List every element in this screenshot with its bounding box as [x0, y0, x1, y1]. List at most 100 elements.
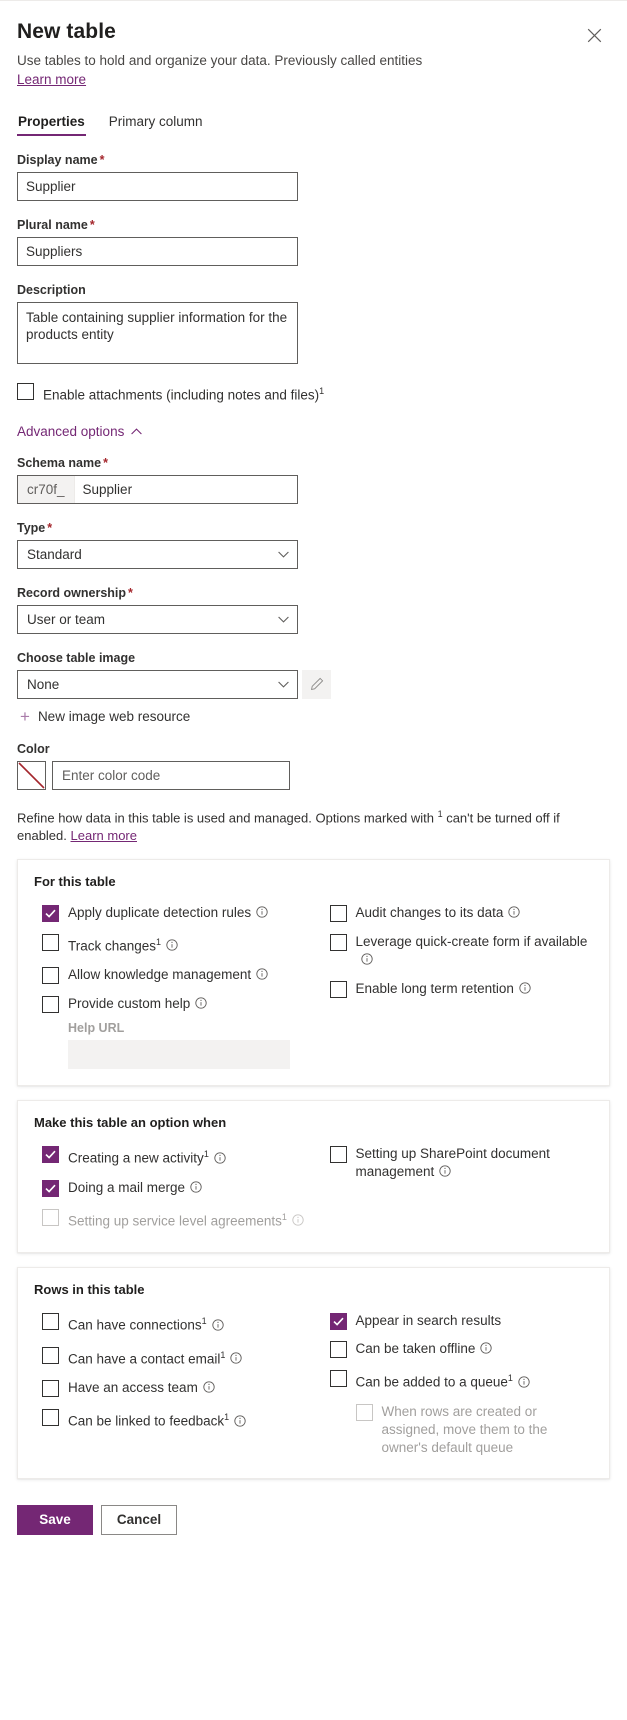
checkbox-doing-a-mail-merge[interactable]: Doing a mail merge: [34, 1174, 308, 1203]
close-icon[interactable]: [578, 19, 610, 51]
checkbox-box: [42, 1179, 59, 1197]
info-icon[interactable]: [211, 1318, 224, 1336]
checkbox-track-changes[interactable]: Track changes1: [34, 928, 308, 962]
checkbox-apply-duplicate-detection-rules[interactable]: Apply duplicate detection rules: [34, 899, 308, 928]
checkbox-allow-knowledge-management[interactable]: Allow knowledge management: [34, 961, 308, 990]
card-title: Make this table an option when: [34, 1115, 227, 1131]
info-icon[interactable]: [190, 1180, 202, 1198]
plural-name-label: Plural name *: [17, 218, 95, 232]
checkbox-box: [42, 1313, 59, 1331]
learn-more-link[interactable]: Learn more: [17, 72, 86, 87]
schema-name-label: Schema name *: [17, 455, 108, 470]
info-icon[interactable]: [480, 1341, 492, 1359]
checkbox-can-be-added-to-a-queue[interactable]: Can be added to a queue1: [322, 1364, 594, 1398]
refine-learn-more-link[interactable]: Learn more: [71, 828, 137, 843]
advanced-options-toggle[interactable]: Advanced options: [17, 424, 610, 439]
checkbox-label: Enable attachments (including notes and …: [43, 386, 325, 403]
checkbox-label: Leverage quick-create form if available: [356, 933, 594, 970]
card-left-column: Creating a new activity1 Doing a mail me…: [34, 1140, 314, 1236]
field-schema-name: Schema name * cr70f_: [17, 456, 610, 504]
card-make-this-table-an-option-when: Make this table an option when Creating …: [17, 1100, 610, 1254]
tab-properties[interactable]: Properties: [17, 111, 86, 136]
table-image-value: None: [27, 676, 60, 692]
info-icon[interactable]: [230, 1351, 243, 1369]
description-textarea[interactable]: Table containing supplier information fo…: [17, 302, 298, 364]
info-icon[interactable]: [166, 938, 178, 956]
info-icon[interactable]: [360, 952, 373, 970]
checkbox-enable-long-term-retention[interactable]: Enable long term retention: [322, 975, 594, 1004]
type-dropdown[interactable]: Standard: [17, 539, 298, 569]
checkbox-label: Allow knowledge management: [68, 966, 268, 985]
field-type: Type * Standard: [17, 521, 610, 569]
info-icon[interactable]: [518, 1375, 530, 1393]
color-swatch-none-icon[interactable]: [17, 760, 46, 790]
checkbox-enable-attachments[interactable]: Enable attachments (including notes and …: [17, 377, 610, 410]
info-icon[interactable]: [214, 1151, 226, 1169]
refine-text-before: Refine how data in this table is used an…: [17, 809, 438, 825]
checkbox-leverage-quick-create-form[interactable]: Leverage quick-create form if available: [322, 928, 594, 975]
display-name-input[interactable]: [17, 172, 298, 201]
checkbox-can-be-linked-to-feedback[interactable]: Can be linked to feedback1: [34, 1403, 308, 1437]
cancel-button[interactable]: Cancel: [101, 1504, 177, 1535]
checkbox-box: [329, 1313, 347, 1331]
checkbox-box: [329, 1370, 347, 1388]
checkbox-label: Appear in search results: [355, 1313, 502, 1329]
panel-footer: Save Cancel: [17, 1479, 610, 1557]
checkbox-label: Enable long term retention: [356, 980, 531, 999]
schema-name-input[interactable]: [74, 475, 297, 503]
card-title: Rows in this table: [34, 1282, 145, 1298]
info-icon[interactable]: [519, 981, 531, 999]
info-icon[interactable]: [195, 996, 207, 1014]
checkbox-provide-custom-help[interactable]: Provide custom help: [34, 990, 308, 1019]
info-icon[interactable]: [256, 905, 268, 923]
info-icon[interactable]: [203, 1380, 215, 1398]
checkbox-box: [355, 1403, 373, 1421]
checkbox-have-an-access-team[interactable]: Have an access team: [34, 1374, 308, 1403]
checkbox-can-have-a-contact-email[interactable]: Can have a contact email1: [34, 1341, 308, 1375]
checkbox-label: Apply duplicate detection rules: [68, 904, 268, 923]
page-subtitle: Use tables to hold and organize your dat…: [17, 53, 423, 68]
checkbox-label: Can have connections1: [68, 1312, 224, 1336]
info-icon[interactable]: [508, 905, 521, 923]
required-asterisk: *: [89, 218, 95, 232]
record-ownership-dropdown[interactable]: User or team: [17, 604, 298, 634]
help-url-block: Help URL: [34, 1021, 308, 1070]
checkbox-box: [42, 1208, 59, 1226]
info-icon: [292, 1213, 304, 1231]
new-image-web-resource-button[interactable]: + New image web resource: [17, 708, 610, 725]
card-for-this-table: For this table Apply duplicate detection…: [17, 858, 610, 1087]
checkbox-box: [42, 1380, 59, 1398]
help-url-input[interactable]: [68, 1040, 290, 1070]
plural-name-input[interactable]: [17, 237, 298, 266]
checkbox-box: [42, 904, 59, 922]
tab-primary-column[interactable]: Primary column: [108, 111, 204, 136]
checkbox-can-have-connections[interactable]: Can have connections1: [34, 1307, 308, 1341]
info-icon[interactable]: [439, 1164, 451, 1182]
checkbox-label: Track changes1: [68, 933, 178, 957]
checkbox-setting-up-sharepoint-document-management[interactable]: Setting up SharePoint document managemen…: [322, 1140, 594, 1187]
save-button[interactable]: Save: [17, 1504, 93, 1535]
schema-name-group: cr70f_: [17, 474, 298, 504]
card-columns: Can have connections1 Can have a contact…: [34, 1307, 593, 1462]
chevron-up-icon: [131, 427, 143, 435]
checkbox-box: [329, 933, 347, 951]
checkbox-creating-a-new-activity[interactable]: Creating a new activity1: [34, 1140, 308, 1174]
color-row: [17, 760, 610, 790]
type-value: Standard: [27, 546, 82, 562]
color-code-input[interactable]: [52, 760, 290, 790]
checkbox-audit-changes-to-its-data[interactable]: Audit changes to its data: [322, 899, 594, 928]
checkbox-can-be-taken-offline[interactable]: Can be taken offline: [322, 1335, 594, 1364]
checkbox-label: Can have a contact email1: [68, 1346, 243, 1370]
new-table-panel: New table Use tables to hold and organiz…: [0, 1, 627, 1557]
pencil-edit-icon[interactable]: [302, 669, 331, 699]
checkbox-appear-in-search-results[interactable]: Appear in search results: [322, 1307, 594, 1335]
info-icon[interactable]: [234, 1414, 246, 1432]
checkbox-box: [42, 933, 59, 951]
field-description: Description Table containing supplier in…: [17, 283, 610, 364]
info-icon[interactable]: [256, 967, 268, 985]
checkbox-box: [42, 1346, 59, 1364]
table-image-dropdown[interactable]: None: [17, 669, 298, 699]
checkbox-label: When rows are created or assigned, move …: [381, 1403, 548, 1455]
help-url-label: Help URL: [68, 1021, 125, 1036]
checkbox-setting-up-service-level-agreements: Setting up service level agreements1: [34, 1203, 308, 1237]
